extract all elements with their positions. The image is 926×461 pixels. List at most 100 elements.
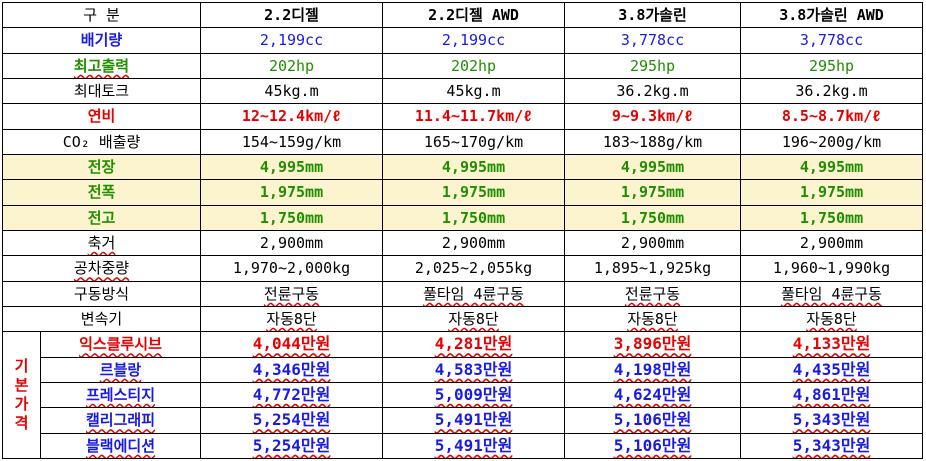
trim-label-black-edition: 블랙에디션 <box>39 432 202 460</box>
table-cell: 1,750mm <box>564 204 742 231</box>
row-label-length: 전장 <box>1 153 202 181</box>
row-label-text: 축거 <box>87 234 116 253</box>
price-text: 5,343만원 <box>792 435 871 455</box>
table-cell: 2,900mm <box>382 229 566 257</box>
row-label-wheelbase: 축거 <box>1 229 202 257</box>
table-cell: 1,975mm <box>564 179 742 206</box>
trim-label-text: 블랙에디션 <box>86 436 156 455</box>
header-label: 구 분 <box>1 1 202 29</box>
row-label-text: 공차중량 <box>73 259 130 278</box>
price-cell: 4,624만원 <box>564 381 742 409</box>
row-label-drive: 구동방식 <box>1 280 202 307</box>
trim-label-calligraphy: 캘리그래피 <box>39 407 202 434</box>
header-col-2: 2.2디젤 AWD <box>382 1 566 29</box>
cell-text: 전륜구동 <box>263 284 320 303</box>
price-text: 4,133만원 <box>792 334 871 354</box>
table-row: 구동방식 전륜구동 풀타임 4륜구동 전륜구동 풀타임 4륜구동 <box>1 280 924 307</box>
price-text: 5,254만원 <box>252 435 331 455</box>
table-row: 최대토크 45kg.m 45kg.m 36.2kg.m 36.2kg.m <box>1 77 924 105</box>
table-cell: 2,025~2,055kg <box>382 255 566 282</box>
row-label-fuel-efficiency: 연비 <box>1 103 202 130</box>
row-label-width: 전폭 <box>1 179 202 206</box>
table-row: 프레스티지 4,772만원 5,009만원 4,624만원 4,861만원 <box>3 381 924 409</box>
table-row: 블랙에디션 5,254만원 5,491만원 5,106만원 5,343만원 <box>3 432 924 460</box>
table-row: 캘리그래피 5,254만원 5,491만원 5,106만원 5,343만원 <box>3 407 924 434</box>
header-col-3: 3.8가솔린 <box>564 1 742 29</box>
table-row: 변속기 자동8단 자동8단 자동8단 자동8단 <box>1 305 924 333</box>
price-cell: 5,491만원 <box>382 432 566 460</box>
price-text: 5,343만원 <box>792 410 871 430</box>
table-cell: 2,199cc <box>382 27 566 54</box>
table-cell: 1,975mm <box>740 179 924 206</box>
table-cell: 1,960~1,990kg <box>740 255 924 282</box>
table-cell: 2,900mm <box>740 229 924 257</box>
price-group-label: 기 본 가 격 <box>2 331 41 459</box>
cell-text: 자동8단 <box>627 310 678 329</box>
price-cell: 5,343만원 <box>740 432 924 460</box>
row-label-displacement: 배기량 <box>1 27 202 54</box>
price-cell: 4,772만원 <box>200 381 384 409</box>
table-cell: 12~12.4km/ℓ <box>200 103 384 130</box>
table-row: 연비 12~12.4km/ℓ 11.4~11.7km/ℓ 9~9.3km/ℓ 8… <box>1 103 924 130</box>
cell-text: 자동8단 <box>266 310 317 329</box>
table-cell: 9~9.3km/ℓ <box>564 103 742 130</box>
price-text: 4,044만원 <box>252 334 331 354</box>
header-col-4: 3.8가솔린 AWD <box>740 1 924 29</box>
table-cell: 8.5~8.7km/ℓ <box>740 103 924 130</box>
table-cell: 196~200g/km <box>740 128 924 155</box>
table-cell: 165~170g/km <box>382 128 566 155</box>
trim-label-exclusive: 익스클루시브 <box>39 331 202 358</box>
table-cell: 295hp <box>740 52 924 79</box>
trim-label-leblanc: 르블랑 <box>39 356 202 383</box>
price-text: 5,009만원 <box>434 385 513 405</box>
table-row: 르블랑 4,346만원 4,583만원 4,198만원 4,435만원 <box>3 356 924 383</box>
table-cell: 36.2kg.m <box>740 77 924 105</box>
table-cell: 1,975mm <box>200 179 384 206</box>
table-cell: 3,778cc <box>564 27 742 54</box>
table-cell: 전륜구동 <box>564 280 742 307</box>
table-cell: 자동8단 <box>564 305 742 333</box>
table-cell: 자동8단 <box>740 305 924 333</box>
price-text: 5,254만원 <box>252 410 331 430</box>
header-col-1: 2.2디젤 <box>200 1 384 29</box>
price-cell: 5,491만원 <box>382 407 566 434</box>
table-cell: 45kg.m <box>382 77 566 105</box>
table-cell: 11.4~11.7km/ℓ <box>382 103 566 130</box>
cell-text: 전륜구동 <box>624 284 681 303</box>
table-row: 배기량 2,199cc 2,199cc 3,778cc 3,778cc <box>1 27 924 54</box>
price-cell: 4,133만원 <box>740 331 924 358</box>
cell-text: 풀타임 4륜구동 <box>781 284 882 303</box>
price-cell: 4,044만원 <box>200 331 384 358</box>
trim-label-text: 프레스티지 <box>86 386 156 405</box>
table-cell: 1,970~2,000kg <box>200 255 384 282</box>
price-text: 5,106만원 <box>613 410 692 430</box>
table-cell: 전륜구동 <box>200 280 384 307</box>
price-text: 4,281만원 <box>434 334 513 354</box>
price-text: 5,491만원 <box>434 410 513 430</box>
table-row: 전장 4,995mm 4,995mm 4,995mm 4,995mm <box>1 153 924 181</box>
table-cell: 풀타임 4륜구동 <box>382 280 566 307</box>
row-label-max-torque: 최대토크 <box>1 77 202 105</box>
price-text: 4,346만원 <box>252 359 331 379</box>
trim-label-text: 르블랑 <box>99 360 142 379</box>
price-cell: 4,583만원 <box>382 356 566 383</box>
price-text: 4,583만원 <box>434 359 513 379</box>
table-row: 기 본 가 격 익스클루시브 4,044만원 4,281만원 3,896만원 4… <box>2 331 924 459</box>
header-row: 구 분 2.2디젤 2.2디젤 AWD 3.8가솔린 3.8가솔린 AWD <box>1 1 924 29</box>
row-label-text: 최고출력 <box>73 56 130 75</box>
price-cell: 5,343만원 <box>740 407 924 434</box>
table-cell: 202hp <box>200 52 384 79</box>
trim-label-text: 캘리그래피 <box>86 411 156 430</box>
price-cell: 5,254만원 <box>200 407 384 434</box>
table-cell: 1,750mm <box>382 204 566 231</box>
row-label-curb-weight: 공차중량 <box>1 255 202 282</box>
price-cell: 5,009만원 <box>382 381 566 409</box>
price-cell: 4,198만원 <box>564 356 742 383</box>
price-cell: 3,896만원 <box>564 331 742 358</box>
price-group-char: 격 <box>14 414 29 433</box>
table-cell: 154~159g/km <box>200 128 384 155</box>
table-cell: 4,995mm <box>564 153 742 181</box>
table-cell: 1,975mm <box>382 179 566 206</box>
table-cell: 1,750mm <box>740 204 924 231</box>
trim-label-text: 익스클루시브 <box>79 335 162 354</box>
